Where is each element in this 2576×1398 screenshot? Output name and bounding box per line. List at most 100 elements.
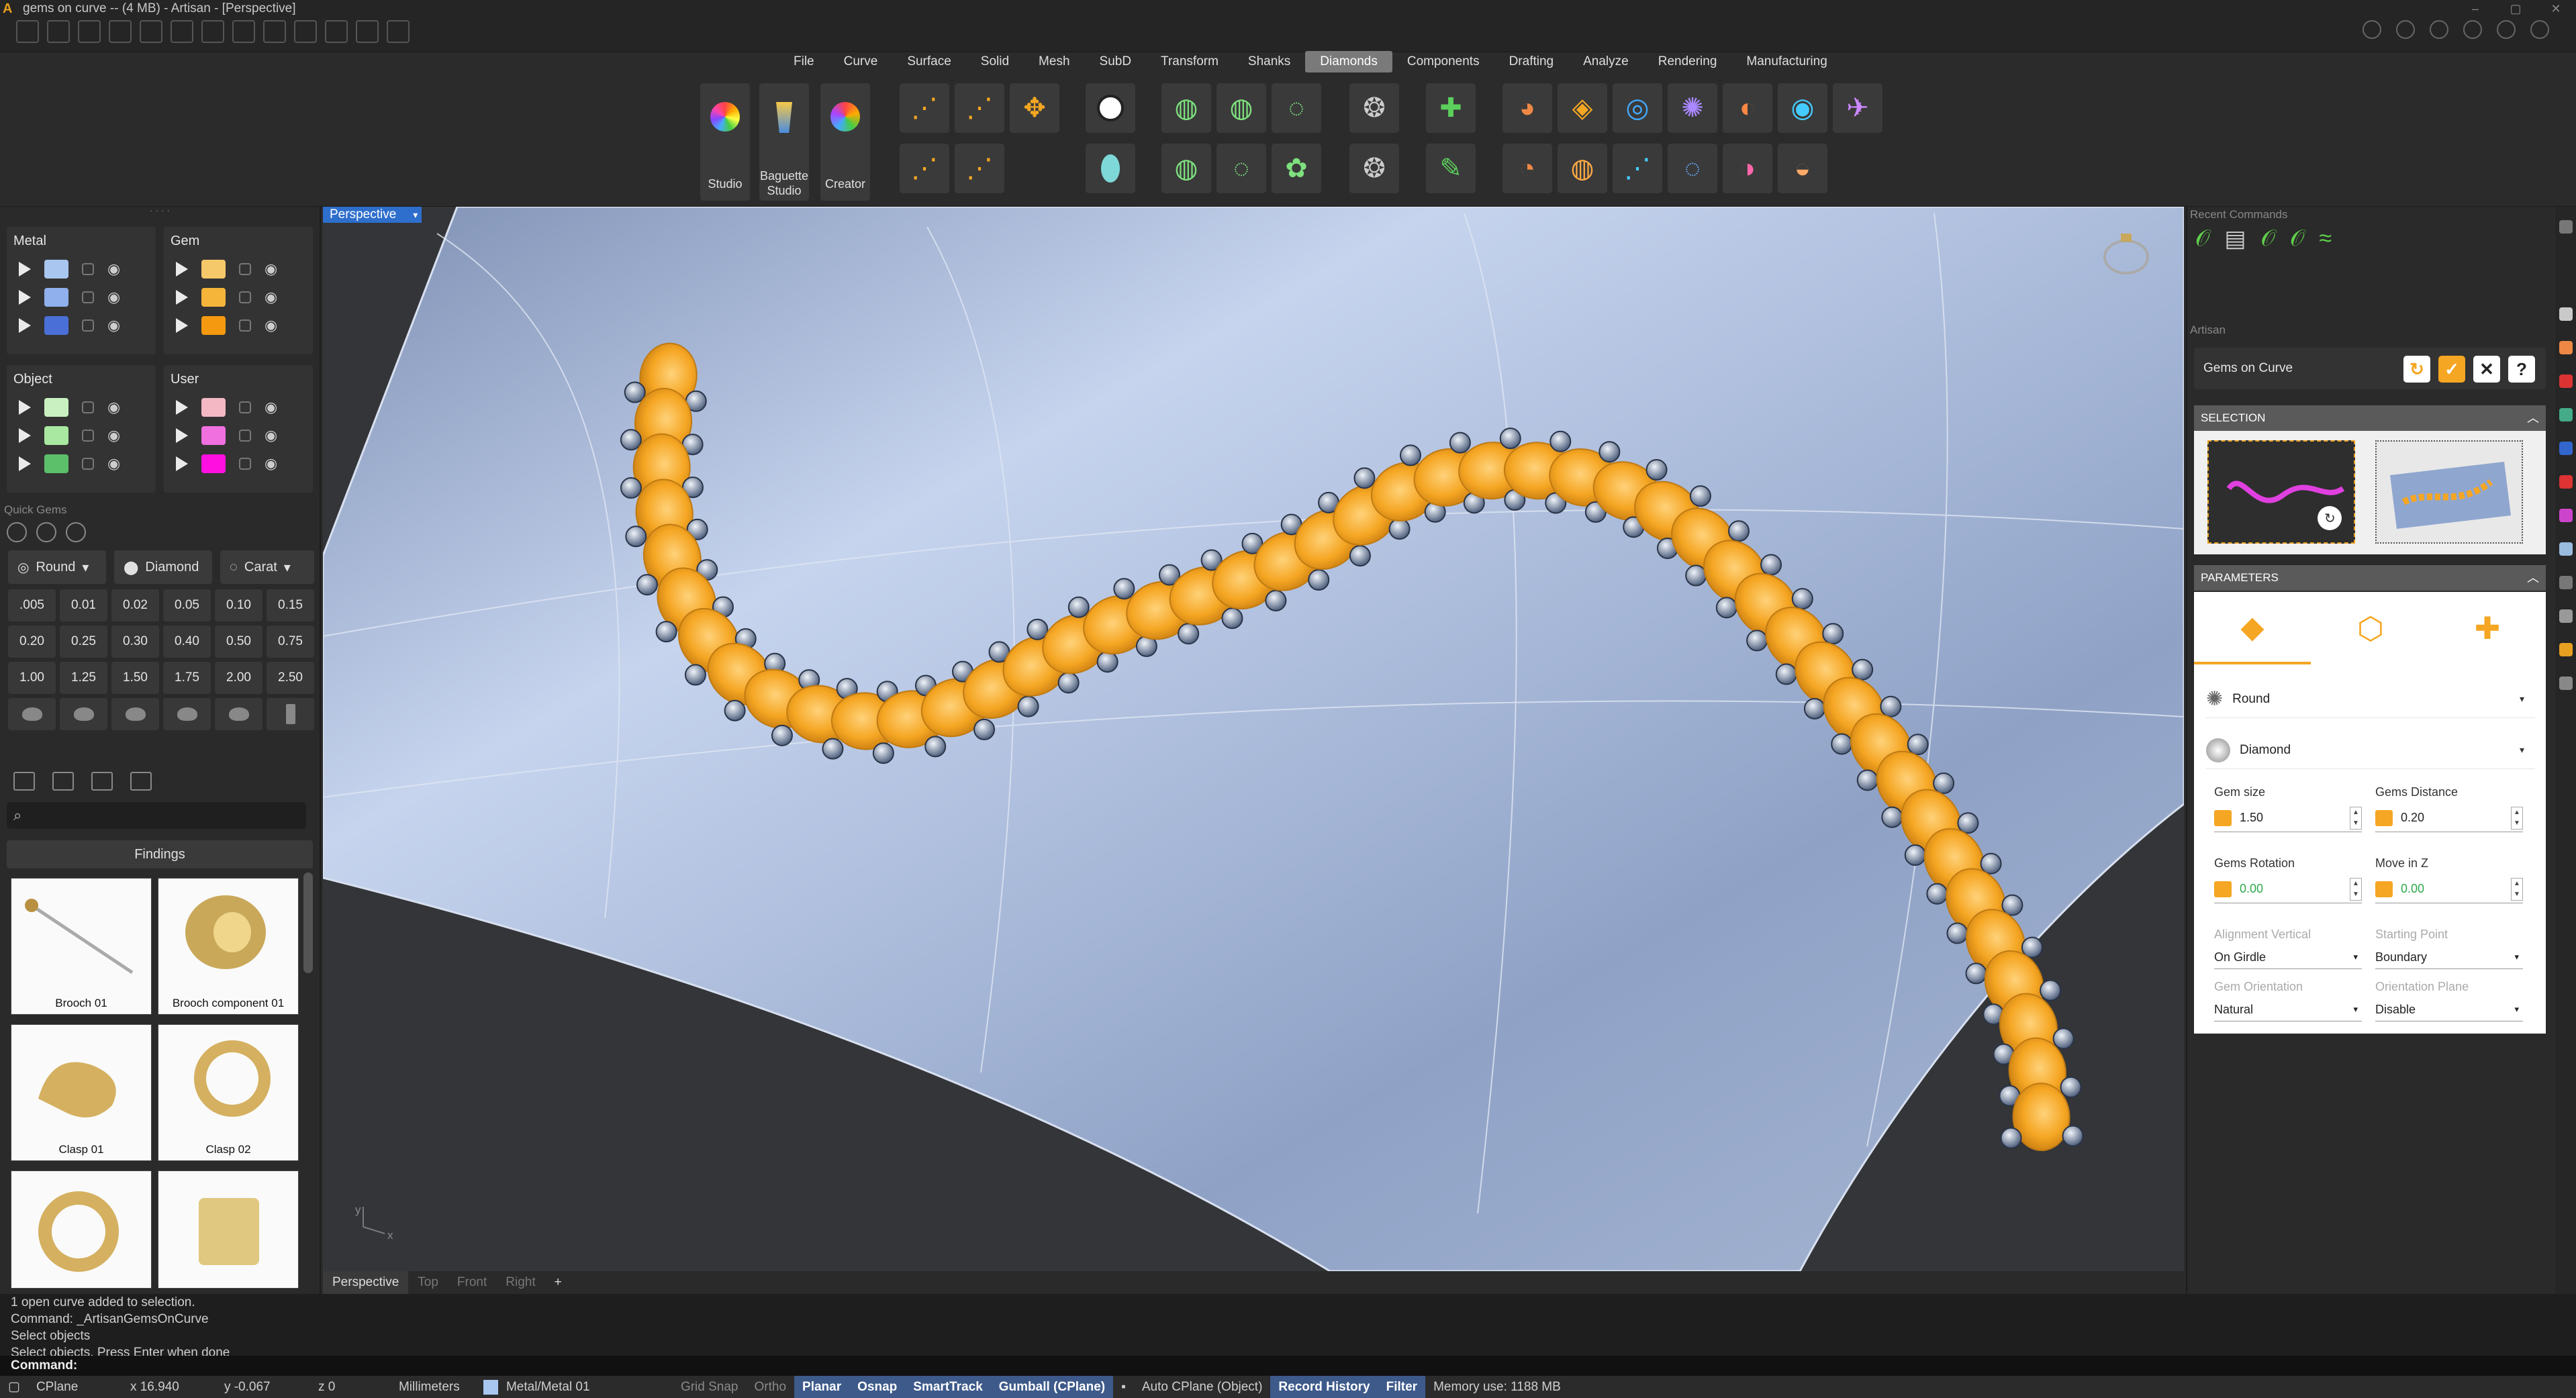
eye-icon[interactable]: ◉ (107, 289, 120, 306)
layer-row[interactable]: ◉ (7, 283, 156, 311)
recent-command-ellipse-icon[interactable]: 𝒪 (2290, 226, 2304, 252)
setting-shape-button[interactable] (163, 698, 211, 730)
layout-icon[interactable] (2363, 20, 2381, 39)
tab-cutter-parameters[interactable]: ✚ (2429, 592, 2546, 664)
display-tab-icon[interactable] (2559, 442, 2573, 455)
layer-color-swatch[interactable] (201, 316, 226, 335)
menu-analyze[interactable]: Analyze (1568, 51, 1643, 72)
help-tab-icon[interactable] (2559, 509, 2573, 522)
new-file-icon[interactable] (16, 20, 39, 43)
layer-row[interactable]: ◉ (7, 255, 156, 283)
orientation-plane-select[interactable]: Disable ▾ (2375, 997, 2523, 1021)
gem-wheel-icon[interactable]: ◌ (1668, 144, 1717, 193)
menu-shanks[interactable]: Shanks (1233, 51, 1305, 72)
gem-swap-icon[interactable]: ◑ (1723, 144, 1772, 193)
gems-array-icon[interactable]: ⋰ (955, 144, 1004, 193)
panel-grip[interactable]: · · · · (0, 205, 320, 216)
halo-setting-icon[interactable]: ◌ (1217, 144, 1266, 193)
channel-setting-icon[interactable]: ◌ (1272, 83, 1321, 133)
gem-size-button[interactable]: 0.50 (215, 626, 263, 658)
layer-color-swatch[interactable] (201, 288, 226, 307)
eye-icon[interactable]: ◉ (265, 427, 277, 444)
gem-size-button[interactable]: 0.05 (163, 589, 211, 621)
named-views-tab-icon[interactable] (2559, 475, 2573, 489)
library-folder-icon[interactable] (13, 772, 35, 791)
studio-button[interactable]: Studio (700, 83, 750, 201)
lock-icon[interactable]: ▪ (1113, 1380, 1134, 1395)
status-grid-snap[interactable]: Grid Snap (673, 1380, 747, 1395)
stepper-arrows[interactable]: ▲ ▼ (2511, 807, 2523, 830)
gem-unit-dropdown[interactable]: ◌ Carat ▾ (220, 550, 314, 584)
pave-cluster-icon[interactable]: ❂ (1349, 144, 1399, 193)
layer-color-swatch[interactable] (44, 426, 68, 445)
play-icon[interactable] (19, 428, 31, 443)
status-ortho[interactable]: Ortho (747, 1380, 795, 1395)
menu-components[interactable]: Components (1392, 51, 1494, 72)
library-grid-icon[interactable] (130, 772, 152, 791)
gem-size-button[interactable]: .005 (8, 589, 56, 621)
lock-icon[interactable] (82, 401, 94, 413)
panel-settings-icon[interactable] (2559, 220, 2573, 234)
layer-row[interactable]: ◉ (7, 311, 156, 340)
gem-replace-icon[interactable]: ◒ (1778, 144, 1827, 193)
save-icon[interactable] (171, 20, 193, 43)
layer-row[interactable]: ◉ (164, 421, 313, 450)
refresh-button[interactable]: ↻ (2403, 356, 2430, 383)
layer-swatch-icon[interactable] (483, 1379, 498, 1395)
layer-color-swatch[interactable] (44, 316, 68, 335)
materials-tab-icon[interactable] (2559, 375, 2573, 388)
menu-drafting[interactable]: Drafting (1494, 51, 1569, 72)
reset-icon[interactable] (7, 522, 27, 542)
stepper-arrows[interactable]: ▲ ▼ (2511, 878, 2523, 901)
cutter-array-icon[interactable]: ✎ (1426, 144, 1476, 193)
lock-icon[interactable] (82, 263, 94, 275)
gem-size-button[interactable]: 0.15 (267, 589, 314, 621)
lock-icon[interactable] (82, 291, 94, 303)
status-smarttrack[interactable]: SmartTrack (905, 1376, 991, 1398)
setting-shape-button[interactable] (8, 698, 56, 730)
recent-command-curve-icon[interactable]: 𝒪 (2195, 226, 2209, 252)
play-icon[interactable] (176, 290, 188, 305)
eye-icon[interactable]: ◉ (265, 455, 277, 472)
maximize-button[interactable]: ▢ (2495, 0, 2536, 17)
gem-shape-select[interactable]: ✺ Round ▾ (2206, 681, 2535, 718)
library-item-clasp-01[interactable]: Clasp 01 (11, 1024, 152, 1161)
status-units[interactable]: Millimeters (391, 1380, 478, 1395)
command-input[interactable]: Command: (0, 1356, 2576, 1376)
layer-row[interactable]: ◉ (164, 255, 313, 283)
cplane-icon[interactable]: ▢ (0, 1379, 28, 1395)
library-item-brooch-01[interactable]: Brooch 01 (11, 878, 152, 1015)
baguette-studio-button[interactable]: Baguette Studio (759, 83, 809, 201)
layer-color-swatch[interactable] (44, 288, 68, 307)
library-item-lobster-clasp[interactable] (11, 1170, 152, 1289)
recent-command-open-icon[interactable]: ▤ (2224, 226, 2246, 252)
cutter-icon[interactable]: ✚ (1426, 83, 1476, 133)
select-surface-button[interactable] (2375, 440, 2523, 544)
library-category-dropdown[interactable]: Findings (7, 840, 313, 868)
menu-subd[interactable]: SubD (1085, 51, 1147, 72)
library-item-clasp-02[interactable]: Clasp 02 (158, 1024, 299, 1161)
library-tab-icon[interactable] (2559, 542, 2573, 556)
eye-icon[interactable]: ◉ (265, 399, 277, 416)
chevron-up-icon[interactable]: ︿ (2527, 565, 2539, 591)
export-icon[interactable] (232, 20, 255, 43)
save-as-icon[interactable] (201, 20, 224, 43)
play-icon[interactable] (176, 400, 188, 415)
gem-material-select[interactable]: Diamond ▾ (2206, 732, 2535, 769)
lock-icon[interactable] (82, 319, 94, 332)
parameters-section-header[interactable]: PARAMETERS ︿ (2194, 565, 2546, 591)
selection-section-header[interactable]: SELECTION ︿ (2194, 405, 2546, 431)
gem-analysis-icon[interactable]: ◈ (1558, 83, 1607, 133)
properties-tab-icon[interactable] (2559, 341, 2573, 354)
status-gumball[interactable]: Gumball (CPlane) (990, 1376, 1114, 1398)
gem-size-button[interactable]: 0.25 (60, 626, 107, 658)
menu-solid[interactable]: Solid (966, 51, 1024, 72)
gem-size-button[interactable]: 1.00 (8, 662, 56, 694)
menu-file[interactable]: File (779, 51, 829, 72)
status-auto-cplane[interactable]: Auto CPlane (Object) (1134, 1380, 1271, 1395)
library-edit-icon[interactable] (91, 772, 113, 791)
play-icon[interactable] (19, 400, 31, 415)
lock-icon[interactable] (239, 319, 251, 332)
menu-transform[interactable]: Transform (1146, 51, 1233, 72)
gems-move-icon[interactable]: ✥ (1010, 83, 1059, 133)
